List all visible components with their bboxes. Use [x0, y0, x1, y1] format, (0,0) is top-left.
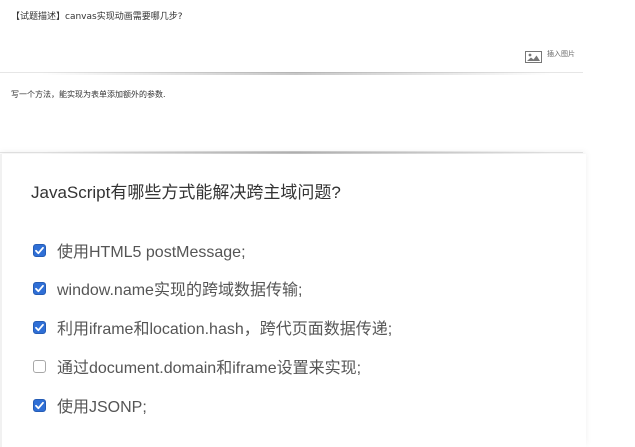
option-label: window.name实现的跨域数据传输; — [57, 282, 303, 299]
divider-shadow — [40, 72, 552, 75]
checkmark-icon — [35, 323, 44, 331]
option-window-name[interactable]: window.name实现的跨域数据传输; — [33, 276, 302, 300]
option-jsonp[interactable]: 使用JSONP; — [33, 393, 147, 417]
editor-body-text[interactable]: 写一个方法，能实现为表单添加额外的参数. — [11, 89, 166, 100]
option-checkbox[interactable] — [33, 320, 46, 334]
option-label: 通过document.domain和iframe设置来实现; — [57, 360, 362, 377]
insert-image-button[interactable]: 插入图片 — [525, 48, 575, 63]
checkmark-icon — [35, 246, 44, 254]
option-location-hash[interactable]: 利用iframe和location.hash，跨代页面数据传递; — [33, 315, 392, 339]
option-label: 使用HTML5 postMessage; — [57, 244, 246, 261]
image-icon — [525, 48, 542, 63]
option-label: 使用JSONP; — [57, 399, 147, 416]
option-checkbox[interactable] — [33, 359, 46, 373]
option-checkbox[interactable] — [33, 398, 46, 412]
option-checkbox[interactable] — [33, 243, 46, 257]
option-label: 利用iframe和location.hash，跨代页面数据传递; — [57, 321, 393, 338]
insert-image-label: 插入图片 — [547, 50, 575, 58]
checkmark-icon — [35, 401, 44, 409]
option-document-domain[interactable]: 通过document.domain和iframe设置来实现; — [33, 354, 361, 378]
option-postmessage[interactable]: 使用HTML5 postMessage; — [33, 238, 246, 262]
question-title: JavaScript有哪些方式能解决跨主域问题? — [31, 183, 341, 202]
question-panel: JavaScript有哪些方式能解决跨主域问题? 使用HTML5 postMes… — [0, 154, 586, 447]
checkmark-icon — [35, 284, 44, 292]
option-checkbox[interactable] — [33, 281, 46, 295]
question-description-title: 【试题描述】canvas实现动画需要哪几步? — [11, 12, 183, 22]
